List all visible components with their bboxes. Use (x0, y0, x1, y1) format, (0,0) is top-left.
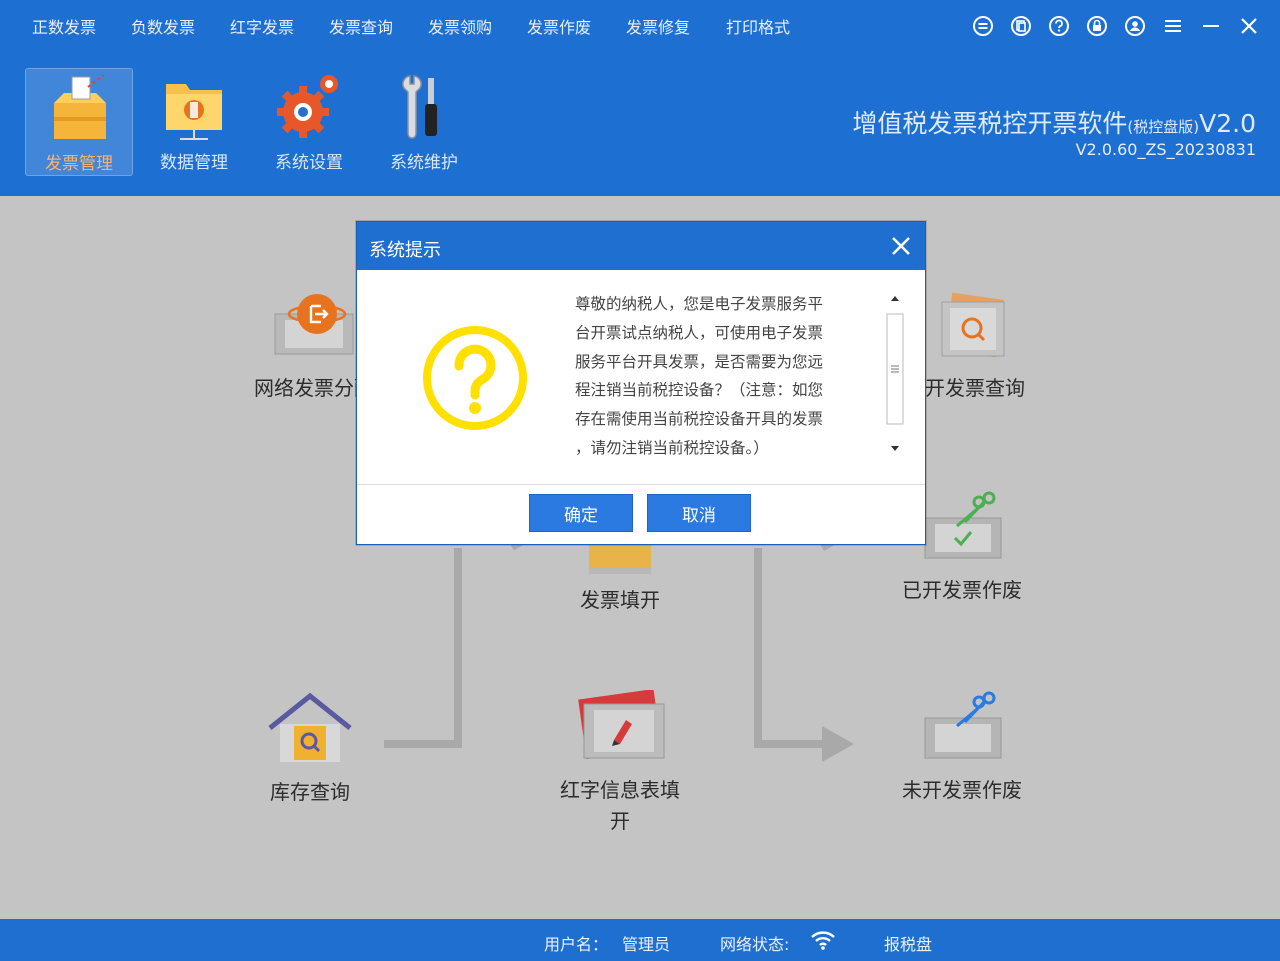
func-red-info-fill[interactable]: 红字信息表填 开 (550, 689, 690, 834)
scissors-void-icon (924, 491, 1002, 559)
flow-arrow-icon (822, 726, 854, 762)
toolbar-label: 系统设置 (275, 153, 343, 173)
dialog-message-line: 尊敬的纳税人，您是电子发票服务平 (575, 295, 824, 313)
close-icon[interactable] (1236, 13, 1262, 39)
app-edition: (税控盘版) (1127, 118, 1200, 136)
wrench-screwdriver-icon (402, 75, 437, 139)
invoice-search-icon (941, 292, 1005, 358)
dialog-message-line: 服务平台开具发票，是否需要为您远 (575, 352, 824, 371)
flow-line (754, 548, 762, 748)
menu-invoice-purchase[interactable]: 发票领购 (428, 14, 492, 38)
dialog-message-line: ，请勿注销当前税控设备。） (575, 438, 769, 457)
app-version-suffix: V2.0 (1199, 109, 1256, 138)
func-label-line1: 红字信息表填 (560, 778, 680, 802)
invoice-box-icon (54, 74, 106, 139)
dialog-separator (357, 484, 925, 485)
toolbar-system-settings[interactable]: 系统设置 (255, 68, 363, 176)
toolbar-label: 系统维护 (390, 153, 458, 173)
menu-red-invoice[interactable]: 红字发票 (230, 14, 294, 38)
user-circle-icon[interactable] (1122, 13, 1148, 39)
func-label: 发票填开 (580, 588, 660, 612)
toolbar-system-maintenance[interactable]: 系统维护 (370, 68, 478, 176)
func-label-line2: 开 (610, 809, 630, 833)
window-controls (970, 12, 1262, 40)
help-circle-icon[interactable] (1046, 13, 1072, 39)
lock-circle-icon[interactable] (1084, 13, 1110, 39)
flow-line (454, 548, 462, 748)
flow-line (754, 740, 830, 748)
func-unissued-void[interactable]: 未开发票作废 (896, 690, 1028, 803)
menu-negative-invoice[interactable]: 负数发票 (131, 14, 195, 38)
app-title: 增值税发票税控开票软件(税控盘版)V2.0 (852, 104, 1256, 140)
warehouse-search-icon (268, 692, 352, 762)
dialog-title: 系统提示 (369, 240, 441, 261)
tax-disk-label: 报税盘 (884, 935, 933, 954)
func-stock-query[interactable]: 库存查询 (252, 692, 368, 805)
dialog-message-line: 台开票试点纳税人，可使用电子发票 (575, 323, 824, 342)
confirm-button[interactable]: 确定 (529, 494, 633, 532)
network-status-label: 网络状态: (720, 935, 790, 954)
dialog-message-line: 程注销当前税控设备？（注意：如您 (575, 381, 824, 400)
dialog-message-line: 存在需使用当前税控设备开具的发票 (575, 410, 824, 429)
func-label: 库存查询 (270, 780, 350, 804)
system-prompt-dialog: 系统提示 尊敬的纳税人，您是电子发票服务平 台开票试点纳税人，可使用电子发票 服… (356, 221, 926, 545)
gear-icon (277, 75, 338, 138)
menu-print-format[interactable]: 打印格式 (726, 14, 790, 38)
menu-invoice-repair[interactable]: 发票修复 (626, 14, 690, 38)
func-label: 未开发票作废 (902, 778, 1022, 802)
red-info-pen-icon (578, 689, 665, 759)
wifi-icon (811, 931, 835, 950)
user-label: 用户名： (544, 935, 609, 954)
minimize-icon[interactable] (1198, 13, 1224, 39)
menu-bar: 正数发票 负数发票 红字发票 发票查询 发票领购 发票作废 发票修复 打印格式 (0, 0, 1280, 52)
dialog-title-bar: 系统提示 (357, 222, 925, 270)
dialog-scrollbar[interactable] (885, 292, 905, 458)
network-allocation-icon (274, 294, 354, 355)
user-value: 管理员 (622, 935, 671, 954)
app-title-text: 增值税发票税控开票软件 (852, 109, 1128, 138)
func-label: 已开发票作废 (902, 578, 1022, 602)
dialog-message: 尊敬的纳税人，您是电子发票服务平 台开票试点纳税人，可使用电子发票 服务平台开具… (575, 290, 875, 463)
copy-circle-icon[interactable] (1008, 13, 1034, 39)
menu-invoice-query[interactable]: 发票查询 (329, 14, 393, 38)
app-header: 正数发票 负数发票 红字发票 发票查询 发票领购 发票作废 发票修复 打印格式 (0, 0, 1280, 196)
flow-line (384, 740, 462, 748)
minus-circle-icon[interactable] (970, 13, 996, 39)
cancel-button[interactable]: 取消 (647, 494, 751, 532)
scissors-blue-icon (924, 691, 1002, 759)
menu-invoice-void[interactable]: 发票作废 (527, 14, 591, 38)
toolbar-data-management[interactable]: 数据管理 (140, 68, 248, 176)
dialog-close-icon[interactable] (887, 232, 915, 260)
question-mark-circle-icon (423, 326, 527, 430)
app-version: V2.0.60_ZS_20230831 (1075, 140, 1256, 159)
data-folder-icon (166, 84, 222, 140)
toolbar-label: 数据管理 (160, 153, 228, 173)
toolbar-invoice-management[interactable]: 发票管理 (25, 68, 133, 176)
hamburger-menu-icon[interactable] (1160, 13, 1186, 39)
toolbar-label: 发票管理 (45, 154, 113, 174)
dialog-body: 尊敬的纳税人，您是电子发票服务平 台开票试点纳税人，可使用电子发票 服务平台开具… (357, 270, 925, 484)
menu-positive-invoice[interactable]: 正数发票 (32, 14, 96, 38)
status-bar: 用户名： 管理员 网络状态: 报税盘 (0, 919, 1280, 961)
